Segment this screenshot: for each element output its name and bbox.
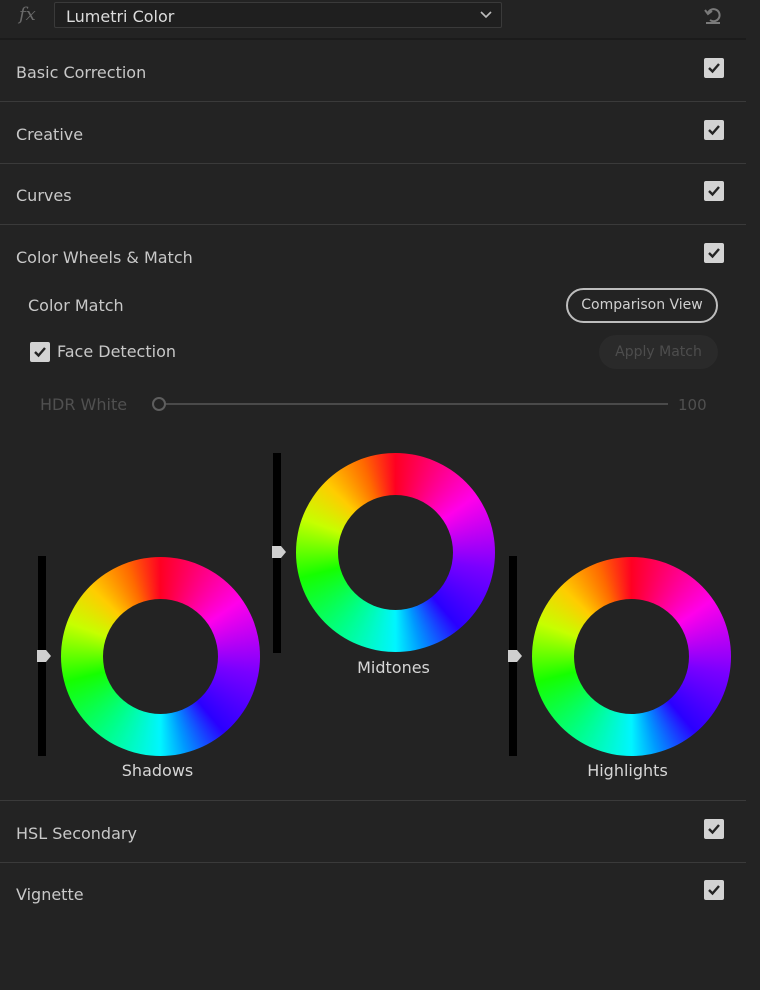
checkmark-icon bbox=[34, 347, 46, 358]
section-creative[interactable]: Creative bbox=[16, 125, 83, 144]
checkmark-icon bbox=[708, 885, 720, 896]
effect-select[interactable]: Lumetri Color bbox=[54, 2, 502, 28]
color-wheels-checkbox[interactable] bbox=[704, 243, 724, 263]
face-detection-label: Face Detection bbox=[57, 342, 176, 361]
section-curves[interactable]: Curves bbox=[16, 186, 72, 205]
midtones-wheel-center[interactable] bbox=[338, 495, 453, 610]
checkmark-icon bbox=[708, 824, 720, 835]
hdr-white-slider-thumb[interactable] bbox=[152, 397, 166, 411]
hsl-secondary-checkbox[interactable] bbox=[704, 819, 724, 839]
hdr-white-label: HDR White bbox=[40, 395, 128, 414]
face-detection-checkbox[interactable] bbox=[30, 342, 50, 362]
section-vignette[interactable]: Vignette bbox=[16, 885, 84, 904]
header-divider bbox=[0, 38, 746, 40]
highlights-wheel-center[interactable] bbox=[574, 599, 689, 714]
comparison-view-button[interactable]: Comparison View bbox=[566, 288, 718, 323]
checkmark-icon bbox=[708, 186, 720, 197]
divider bbox=[0, 800, 746, 801]
fx-icon: fx bbox=[19, 4, 36, 25]
checkmark-icon bbox=[708, 125, 720, 136]
divider bbox=[0, 862, 746, 863]
shadows-label: Shadows bbox=[121, 761, 194, 780]
divider bbox=[0, 224, 746, 225]
chevron-down-icon bbox=[480, 11, 492, 19]
highlights-label: Highlights bbox=[587, 761, 668, 780]
shadows-slider-thumb[interactable] bbox=[37, 650, 51, 662]
basic-correction-checkbox[interactable] bbox=[704, 58, 724, 78]
shadows-wheel-center[interactable] bbox=[103, 599, 218, 714]
section-basic-correction[interactable]: Basic Correction bbox=[16, 63, 146, 82]
section-color-wheels-match[interactable]: Color Wheels & Match bbox=[16, 248, 193, 267]
divider bbox=[0, 101, 746, 102]
color-match-label: Color Match bbox=[28, 296, 124, 315]
effect-select-value: Lumetri Color bbox=[66, 7, 175, 26]
checkmark-icon bbox=[708, 63, 720, 74]
section-hsl-secondary[interactable]: HSL Secondary bbox=[16, 824, 137, 843]
hdr-white-value: 100 bbox=[678, 396, 707, 414]
divider bbox=[0, 163, 746, 164]
reset-icon[interactable] bbox=[702, 4, 724, 26]
hdr-white-slider-track[interactable] bbox=[164, 403, 668, 405]
creative-checkbox[interactable] bbox=[704, 120, 724, 140]
highlights-slider-thumb[interactable] bbox=[508, 650, 522, 662]
apply-match-button[interactable]: Apply Match bbox=[599, 335, 718, 369]
curves-checkbox[interactable] bbox=[704, 181, 724, 201]
midtones-slider-thumb[interactable] bbox=[272, 546, 286, 558]
midtones-label: Midtones bbox=[357, 658, 430, 677]
checkmark-icon bbox=[708, 248, 720, 259]
vignette-checkbox[interactable] bbox=[704, 880, 724, 900]
